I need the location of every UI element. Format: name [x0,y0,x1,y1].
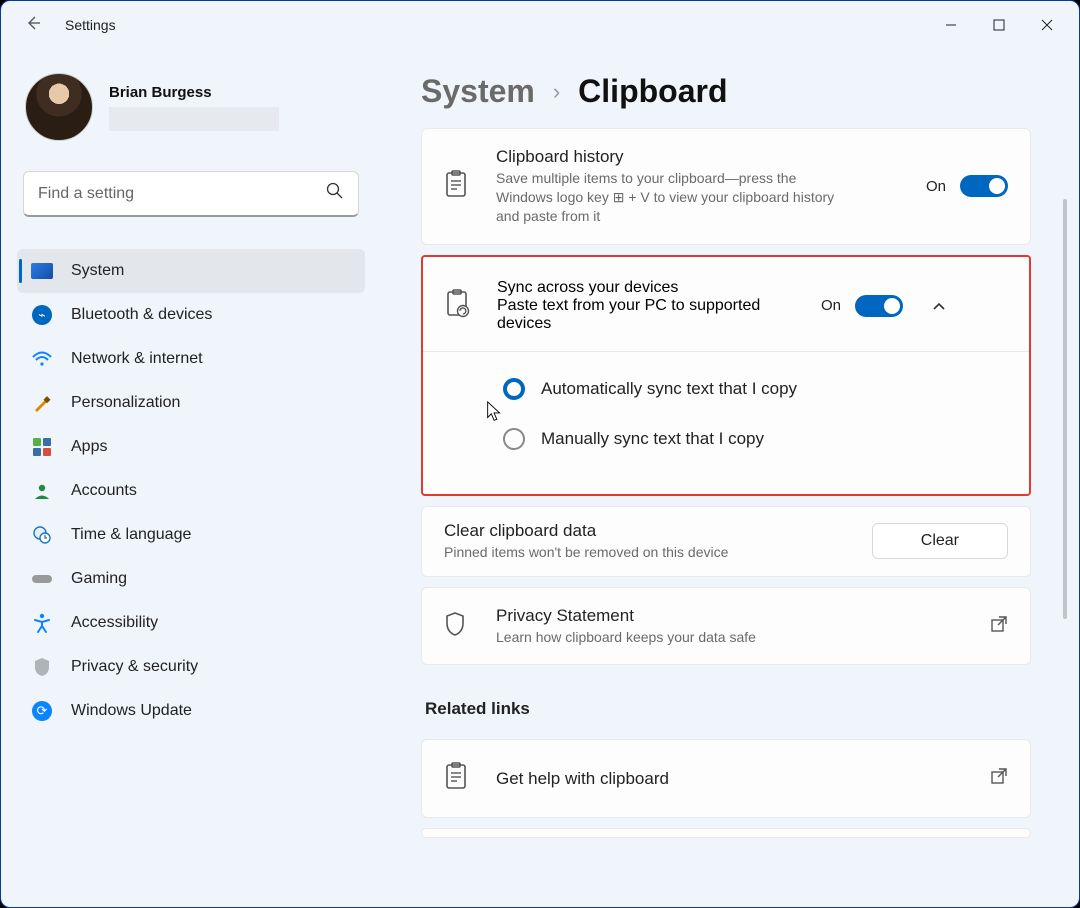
user-email-redacted [109,107,279,131]
sidebar-item-apps[interactable]: Apps [17,425,365,469]
avatar [25,73,93,141]
sidebar: Brian Burgess System ⌁ Bluetooth & devic… [1,49,381,907]
sidebar-item-time-language[interactable]: Time & language [17,513,365,557]
user-name: Brian Burgess [109,84,279,101]
radio-manual-sync[interactable]: Manually sync text that I copy [503,428,1009,450]
radio-selected-icon [503,378,525,400]
related-links-heading: Related links [425,699,1031,719]
card-title: Privacy Statement [496,606,966,626]
close-button[interactable] [1023,1,1071,49]
radio-label: Automatically sync text that I copy [541,379,797,399]
sidebar-item-label: Personalization [71,394,180,412]
card-placeholder [421,828,1031,838]
sidebar-item-gaming[interactable]: Gaming [17,557,365,601]
clipboard-sync-icon [445,289,473,322]
card-title: Get help with clipboard [496,769,966,789]
toggle-sync-devices[interactable] [855,295,903,317]
card-sync-devices: Sync across your devices Paste text from… [421,255,1031,496]
gamepad-icon [31,569,53,589]
sidebar-item-personalization[interactable]: Personalization [17,381,365,425]
app-title: Settings [65,17,116,33]
sidebar-item-label: Bluetooth & devices [71,306,212,324]
main-content: System › Clipboard Clipboard history Sav… [381,49,1079,907]
sidebar-item-system[interactable]: System [17,249,365,293]
toggle-state-label: On [821,297,841,314]
card-title: Clear clipboard data [444,521,848,541]
settings-window: Settings Brian Burgess [0,0,1080,908]
sidebar-item-label: Network & internet [71,350,203,368]
search-input[interactable] [38,185,326,203]
card-desc: Save multiple items to your clipboard—pr… [496,169,836,226]
accessibility-icon [31,613,53,633]
sidebar-item-windows-update[interactable]: ⟳ Windows Update [17,689,365,733]
search-box[interactable] [23,171,359,217]
search-icon [326,182,344,205]
toggle-clipboard-history[interactable] [960,175,1008,197]
sidebar-item-label: Time & language [71,526,191,544]
sidebar-item-label: Accounts [71,482,137,500]
chevron-right-icon: › [553,79,560,105]
sidebar-item-privacy-security[interactable]: Privacy & security [17,645,365,689]
sidebar-item-bluetooth[interactable]: ⌁ Bluetooth & devices [17,293,365,337]
sidebar-item-label: Windows Update [71,702,192,720]
apps-icon [31,437,53,457]
clipboard-icon [444,170,472,203]
bluetooth-icon: ⌁ [31,305,53,325]
titlebar: Settings [1,1,1079,49]
card-title: Sync across your devices [497,279,797,297]
sidebar-item-label: Privacy & security [71,658,198,676]
mouse-cursor-icon [486,401,504,428]
sidebar-item-label: Apps [71,438,107,456]
card-clipboard-history: Clipboard history Save multiple items to… [421,128,1031,245]
update-icon: ⟳ [31,701,53,721]
card-title: Clipboard history [496,147,902,167]
chevron-up-icon[interactable] [927,298,951,314]
radio-unselected-icon [503,428,525,450]
sidebar-item-label: Gaming [71,570,127,588]
card-desc: Paste text from your PC to supported dev… [497,297,797,333]
sidebar-item-label: Accessibility [71,614,158,632]
radio-label: Manually sync text that I copy [541,429,764,449]
scrollbar[interactable] [1063,199,1067,619]
maximize-button[interactable] [975,1,1023,49]
radio-auto-sync[interactable]: Automatically sync text that I copy [503,378,1009,400]
card-clear-clipboard: Clear clipboard data Pinned items won't … [421,506,1031,577]
nav: System ⌁ Bluetooth & devices Network & i… [17,249,365,733]
shield-icon [31,657,53,677]
profile[interactable]: Brian Burgess [17,73,365,153]
toggle-state-label: On [926,178,946,195]
minimize-button[interactable] [927,1,975,49]
card-desc: Pinned items won't be removed on this de… [444,543,848,562]
card-desc: Learn how clipboard keeps your data safe [496,628,966,647]
clipboard-icon [444,762,472,795]
card-privacy-statement[interactable]: Privacy Statement Learn how clipboard ke… [421,587,1031,666]
sidebar-item-label: System [71,262,124,280]
person-icon [31,481,53,501]
sidebar-item-network[interactable]: Network & internet [17,337,365,381]
shield-outline-icon [444,611,472,642]
external-link-icon [990,615,1008,638]
wifi-icon [31,349,53,369]
breadcrumb-current: Clipboard [578,73,727,110]
sidebar-item-accessibility[interactable]: Accessibility [17,601,365,645]
card-get-help[interactable]: Get help with clipboard [421,739,1031,818]
system-icon [31,261,53,281]
globe-clock-icon [31,525,53,545]
sidebar-item-accounts[interactable]: Accounts [17,469,365,513]
clear-button[interactable]: Clear [872,523,1008,559]
breadcrumb-parent[interactable]: System [421,73,535,110]
breadcrumb: System › Clipboard [421,67,1067,128]
paintbrush-icon [31,393,53,413]
external-link-icon [990,767,1008,790]
back-button[interactable] [25,15,41,36]
